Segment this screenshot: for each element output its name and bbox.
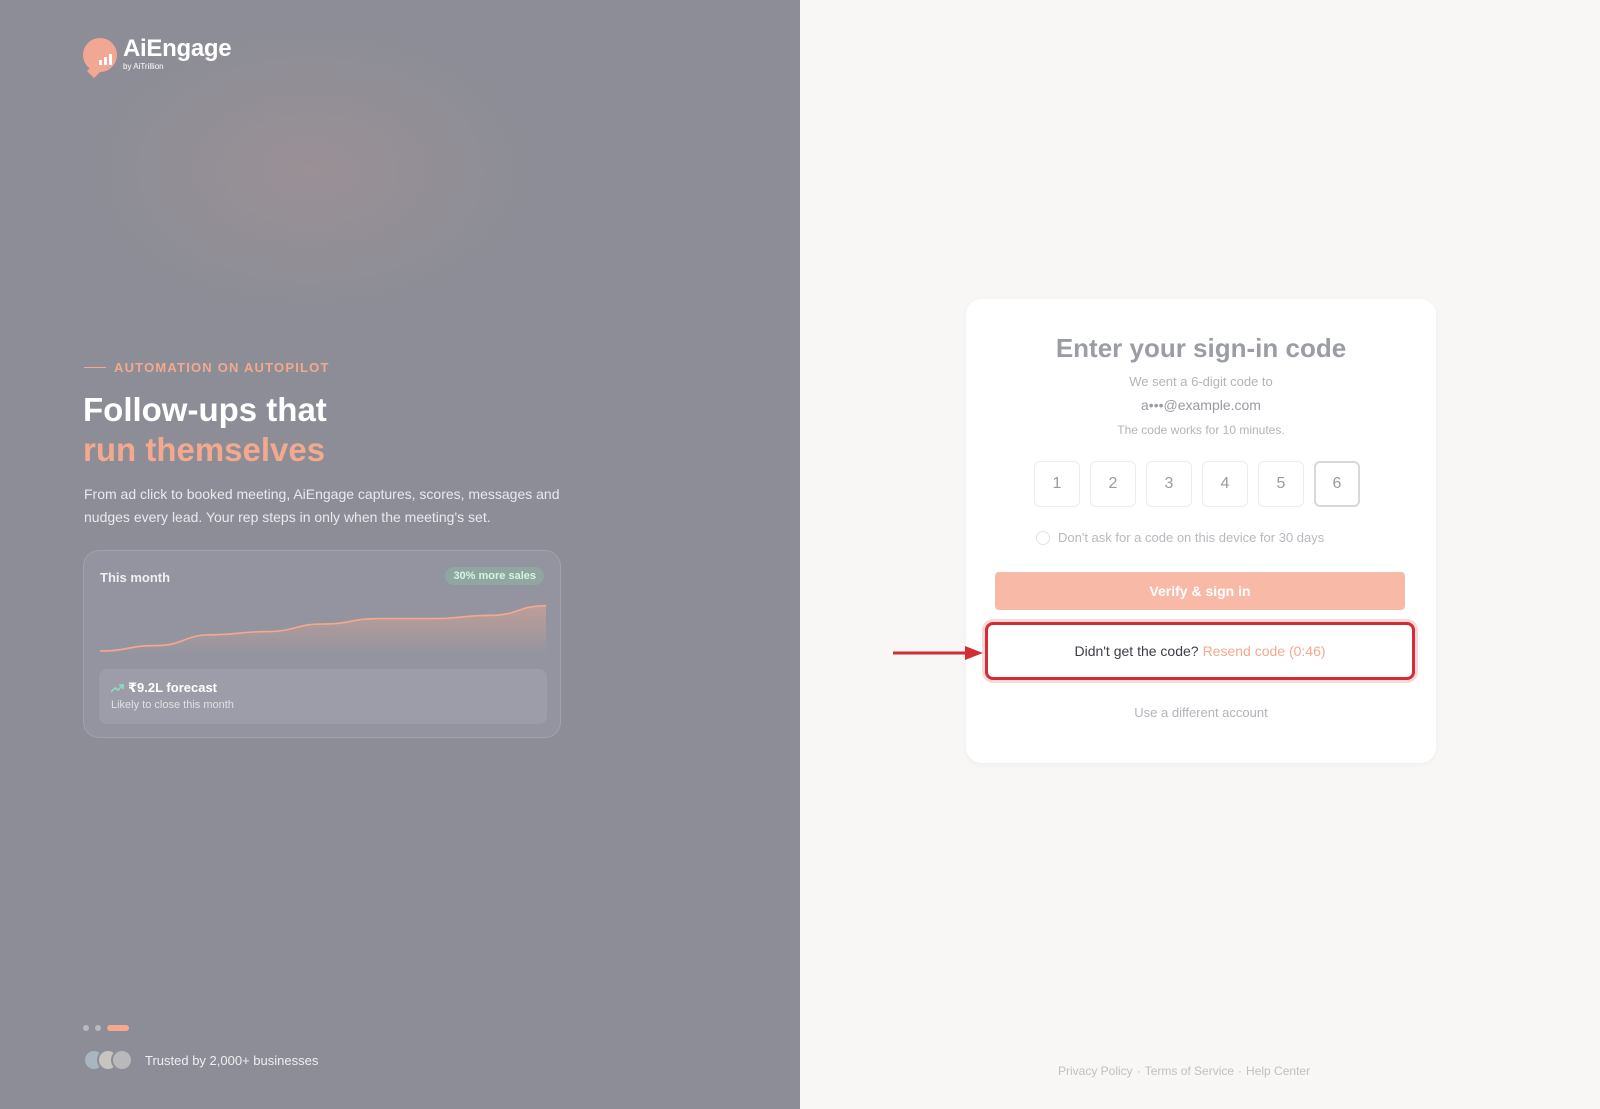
chart-area bbox=[100, 605, 546, 655]
brand-logo[interactable]: AiEngage by AiTrillion bbox=[83, 35, 232, 72]
remember-label: Don't ask for a code on this device for … bbox=[1058, 530, 1325, 545]
forecast-box: ₹9.2L forecast Likely to close this mont… bbox=[99, 669, 547, 724]
code-sent-text: We sent a 6-digit code to bbox=[1129, 374, 1273, 389]
headline-line1: Follow-ups that bbox=[83, 391, 327, 428]
resend-code-link[interactable]: Resend code (0:46) bbox=[1203, 643, 1326, 659]
sales-badge: 30% more sales bbox=[445, 567, 544, 585]
hero-description: From ad click to booked meeting, AiEngag… bbox=[84, 486, 560, 525]
terms-of-service-link[interactable]: Terms of Service bbox=[1145, 1064, 1234, 1078]
logo-icon bbox=[83, 37, 117, 72]
brand-by: by AiTrillion bbox=[123, 62, 164, 71]
otp-digit-6[interactable]: 6 bbox=[1314, 461, 1360, 507]
stats-card: This month 30% more sales ₹9.2L forecast… bbox=[83, 550, 561, 738]
footer-separator: · bbox=[1136, 1064, 1141, 1078]
remember-checkbox[interactable] bbox=[1036, 530, 1050, 545]
otp-digit-2[interactable]: 2 bbox=[1090, 461, 1136, 507]
otp-input-group: 1 2 3 4 5 6 bbox=[1034, 461, 1360, 507]
hero-eyebrow: AUTOMATION ON AUTOPILOT bbox=[84, 360, 330, 375]
headline-line2: run themselves bbox=[83, 431, 326, 468]
footer-links: Privacy Policy · Terms of Service · Help… bbox=[1058, 1064, 1310, 1078]
otp-digit-1[interactable]: 1 bbox=[1034, 461, 1080, 507]
otp-digit-4[interactable]: 4 bbox=[1202, 461, 1248, 507]
forecast-value: ₹9.2L forecast bbox=[128, 680, 218, 695]
trusted-by: Trusted by 2,000+ businesses bbox=[83, 1049, 318, 1071]
brand-name: AiEngage bbox=[123, 35, 232, 62]
resend-box: Didn't get the code? Resend code (0:46) bbox=[985, 622, 1415, 680]
carousel-dot-1[interactable] bbox=[83, 1025, 89, 1031]
trusted-text: Trusted by 2,000+ businesses bbox=[145, 1052, 319, 1068]
resend-prompt: Didn't get the code? bbox=[1074, 643, 1199, 659]
verify-button[interactable]: Verify & sign in bbox=[995, 572, 1405, 610]
help-center-link[interactable]: Help Center bbox=[1246, 1064, 1310, 1078]
carousel-dot-2[interactable] bbox=[95, 1025, 101, 1031]
eyebrow-line bbox=[84, 366, 106, 369]
otp-digit-3[interactable]: 3 bbox=[1146, 461, 1192, 507]
trending-up-icon bbox=[111, 684, 124, 693]
marketing-panel: AiEngage by AiTrillion AUTOMATION ON AUT… bbox=[0, 0, 800, 1109]
otp-digit-5[interactable]: 5 bbox=[1258, 461, 1304, 507]
eyebrow-text: AUTOMATION ON AUTOPILOT bbox=[114, 360, 330, 375]
signin-title: Enter your sign-in code bbox=[1055, 333, 1347, 363]
carousel-dots bbox=[83, 1025, 129, 1031]
privacy-policy-link[interactable]: Privacy Policy bbox=[1058, 1064, 1133, 1078]
signin-card: Enter your sign-in code We sent a 6-digi… bbox=[966, 299, 1436, 763]
footer-separator: · bbox=[1238, 1064, 1243, 1078]
different-account-link[interactable]: Use a different account bbox=[966, 705, 1436, 720]
forecast-subtitle: Likely to close this month bbox=[111, 699, 234, 711]
masked-email: a•••@example.com bbox=[1141, 397, 1261, 413]
carousel-dot-3[interactable] bbox=[107, 1025, 129, 1031]
remember-device[interactable]: Don't ask for a code on this device for … bbox=[1036, 530, 1324, 545]
code-expiry-text: The code works for 10 minutes. bbox=[1117, 423, 1285, 437]
hero-headline: Follow-ups that run themselves bbox=[83, 390, 327, 470]
avatar-group bbox=[83, 1049, 133, 1071]
card-title: This month bbox=[100, 570, 171, 585]
sales-chart bbox=[100, 604, 546, 655]
avatar bbox=[111, 1049, 133, 1071]
annotation-arrow-icon bbox=[893, 646, 983, 660]
